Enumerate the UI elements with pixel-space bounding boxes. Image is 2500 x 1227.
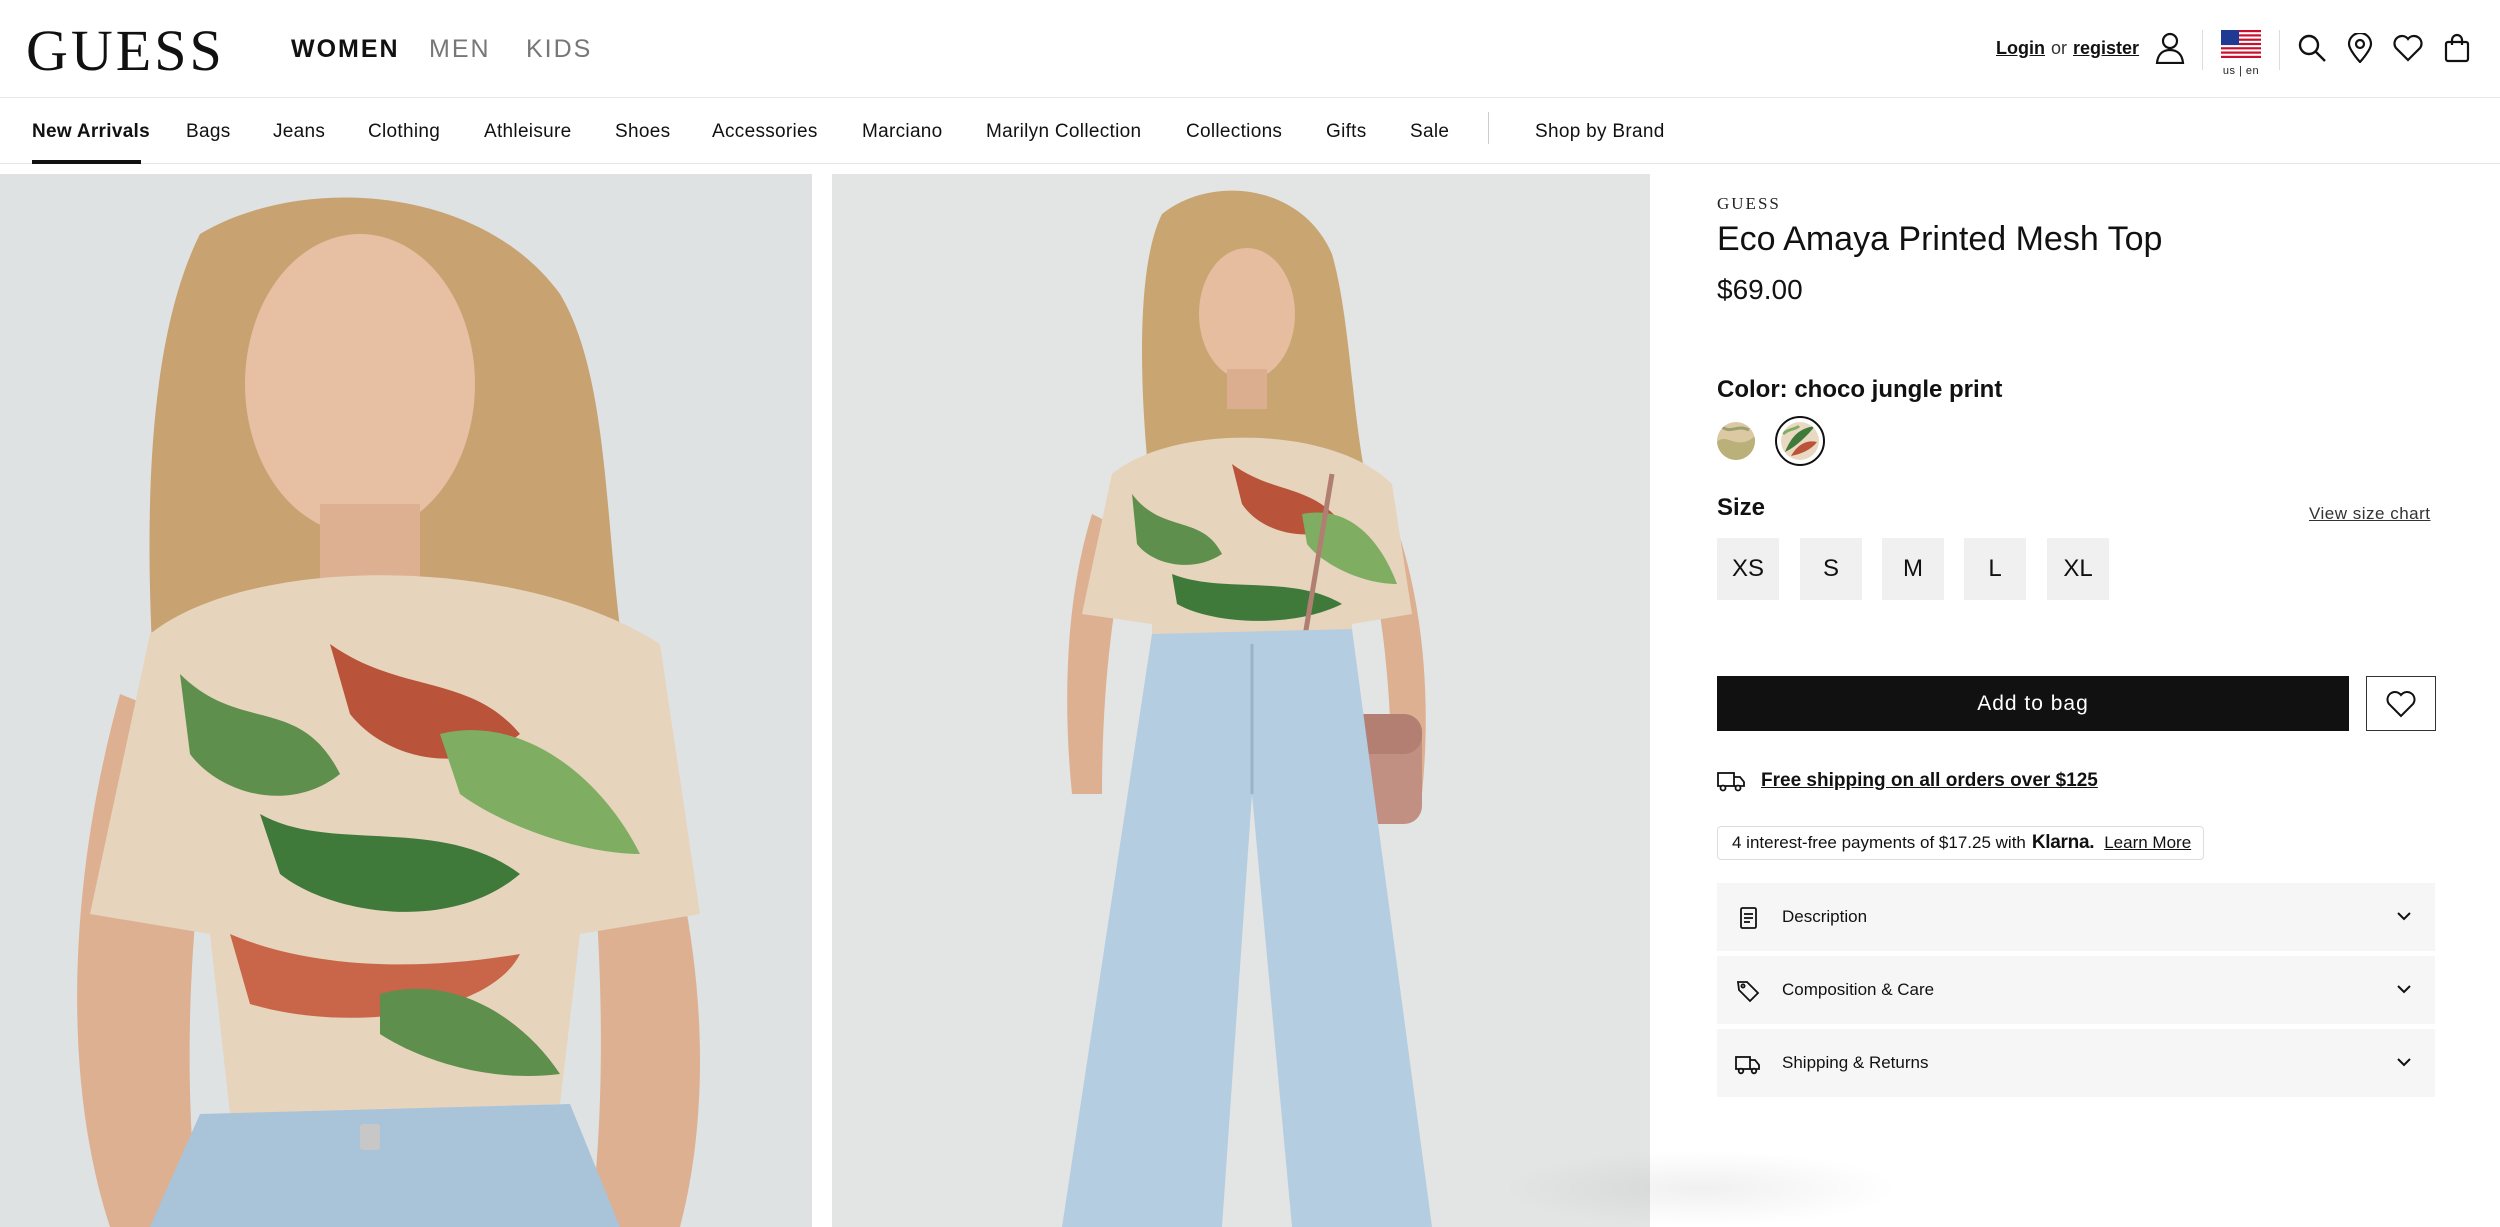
tab-women[interactable]: WOMEN (291, 34, 400, 64)
site-header: GUESS WOMEN MEN KIDS Login or register us … (0, 0, 2500, 98)
color-swatch-choco-jungle[interactable] (1781, 422, 1819, 460)
nav-clothing[interactable]: Clothing (368, 120, 440, 144)
free-shipping-banner: Free shipping on all orders over $125 (1717, 766, 2098, 796)
header-divider (2202, 30, 2203, 70)
chevron-down-icon (2397, 1058, 2411, 1067)
nav-marilyn-collection[interactable]: Marilyn Collection (986, 120, 1141, 144)
nav-sale[interactable]: Sale (1410, 120, 1449, 144)
login-register: Login or register (1996, 38, 2139, 59)
search-icon[interactable] (2294, 30, 2330, 66)
nav-athleisure[interactable]: Athleisure (484, 120, 572, 144)
nav-new-arrivals[interactable]: New Arrivals (32, 120, 150, 144)
color-prefix: Color: (1717, 376, 1788, 403)
chevron-down-icon (2397, 985, 2411, 994)
tag-icon (1736, 981, 1760, 1003)
size-option-xl[interactable]: XL (2047, 538, 2109, 600)
klarna-payment-banner: 4 interest-free payments of $17.25 with … (1717, 826, 2204, 860)
add-to-bag-button[interactable]: Add to bag (1717, 676, 2349, 731)
nav-shoes[interactable]: Shoes (615, 120, 670, 144)
login-link[interactable]: Login (1996, 38, 2045, 58)
chevron-down-icon (2397, 912, 2411, 921)
nav-shop-by-brand[interactable]: Shop by Brand (1535, 120, 1665, 144)
nav-marciano[interactable]: Marciano (862, 120, 943, 144)
size-label: Size (1717, 494, 1766, 521)
bottom-shadow (1500, 1150, 1900, 1227)
accordion-shipping-returns[interactable]: Shipping & Returns (1717, 1029, 2435, 1097)
store-locator-icon[interactable] (2342, 30, 2378, 66)
color-label: Color: choco jungle print (1717, 376, 2002, 404)
document-icon (1740, 907, 1757, 929)
header-divider (2279, 30, 2280, 70)
product-image-closeup[interactable] (0, 174, 812, 1227)
tab-kids[interactable]: KIDS (526, 34, 592, 64)
accordion-label: Composition & Care (1782, 980, 1935, 999)
color-value: choco jungle print (1794, 376, 2003, 403)
size-option-l[interactable]: L (1964, 538, 2026, 600)
size-option-m[interactable]: M (1882, 538, 1944, 600)
free-shipping-link[interactable]: Free shipping on all orders over $125 (1761, 770, 2098, 792)
klarna-logo: Klarna. (2031, 832, 2095, 853)
shopping-bag-icon[interactable] (2439, 30, 2475, 66)
wishlist-icon[interactable] (2390, 30, 2426, 66)
truck-icon (1717, 772, 1745, 792)
nav-bags[interactable]: Bags (186, 120, 231, 144)
heart-icon (2386, 690, 2416, 717)
locale-selector[interactable]: us | en (2221, 30, 2261, 77)
login-or-text: or (2050, 38, 2067, 58)
nav-divider (1488, 112, 1489, 144)
color-swatch-beige[interactable] (1717, 422, 1755, 460)
accordion-composition-care[interactable]: Composition & Care (1717, 956, 2435, 1024)
product-image-full-length[interactable] (832, 174, 1650, 1227)
register-link[interactable]: register (2073, 38, 2139, 58)
size-chart-link[interactable]: View size chart (2309, 504, 2431, 524)
account-icon[interactable] (2152, 30, 2188, 66)
nav-jeans[interactable]: Jeans (273, 120, 325, 144)
add-to-wishlist-button[interactable] (2366, 676, 2436, 731)
nav-collections[interactable]: Collections (1186, 120, 1282, 144)
guess-logo[interactable]: GUESS (26, 20, 225, 82)
nav-accessories[interactable]: Accessories (712, 120, 818, 144)
nav-gifts[interactable]: Gifts (1326, 120, 1367, 144)
klarna-learn-more-link[interactable]: Learn More (2104, 833, 2191, 853)
accordion-description[interactable]: Description (1717, 883, 2435, 951)
nav-active-indicator (32, 160, 141, 164)
locale-text: us | en (2222, 65, 2260, 77)
product-brand: GUESS (1717, 194, 1781, 213)
size-option-s[interactable]: S (1800, 538, 1862, 600)
us-flag-icon (2221, 30, 2261, 58)
truck-icon (1735, 1056, 1760, 1075)
accordion-label: Description (1782, 907, 1868, 926)
category-nav: New Arrivals Bags Jeans Clothing Athleis… (0, 98, 2500, 164)
size-option-xs[interactable]: XS (1717, 538, 1779, 600)
product-title: Eco Amaya Printed Mesh Top (1717, 220, 2163, 258)
accordion-label: Shipping & Returns (1782, 1053, 1929, 1072)
product-price: $69.00 (1717, 274, 1803, 305)
tab-men[interactable]: MEN (429, 34, 491, 64)
klarna-text: 4 interest-free payments of $17.25 with (1732, 833, 2026, 852)
